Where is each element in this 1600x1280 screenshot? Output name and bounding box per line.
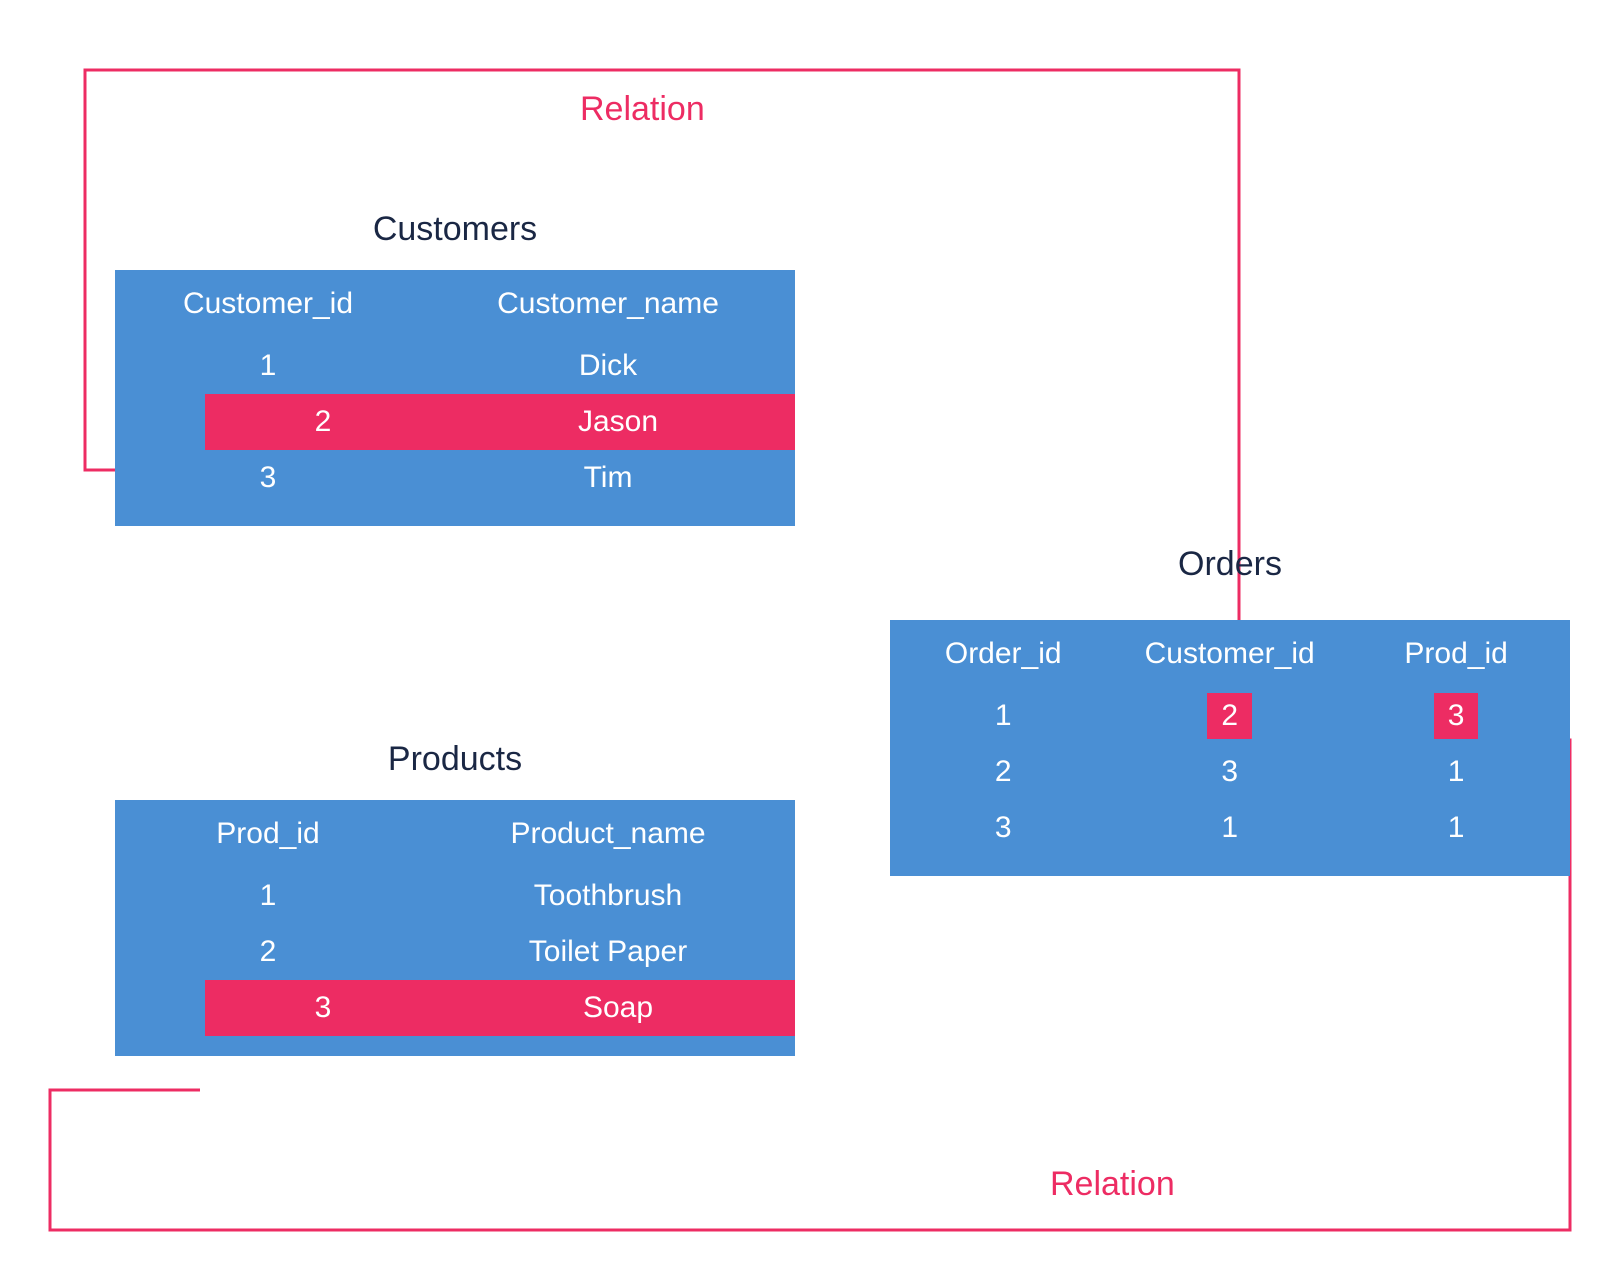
orders-col-order-id: Order_id <box>890 637 1116 671</box>
orders-title: Orders <box>890 545 1570 584</box>
cell: Tim <box>421 461 795 495</box>
cell: 3 <box>1343 693 1569 739</box>
cell: 3 <box>890 811 1116 845</box>
cell: Dick <box>421 349 795 383</box>
table-row: 1 Dick <box>115 338 795 394</box>
relation-label-top: Relation <box>580 90 705 129</box>
orders-table: Order_id Customer_id Prod_id 1 2 3 2 3 1… <box>890 620 1570 876</box>
cell: 1 <box>115 879 421 913</box>
cell: 3 <box>205 991 441 1025</box>
cell: 3 <box>115 461 421 495</box>
cell: 2 <box>205 405 441 439</box>
cell: Soap <box>441 991 795 1025</box>
relation-label-bottom: Relation <box>1050 1165 1175 1204</box>
cell: 1 <box>115 349 421 383</box>
table-row: 3 1 1 <box>890 800 1570 856</box>
customers-col-name: Customer_name <box>421 287 795 321</box>
highlight-prod-id: 3 <box>1434 693 1479 739</box>
cell: 2 <box>115 935 421 969</box>
products-col-id: Prod_id <box>115 817 421 851</box>
cell: Toothbrush <box>421 879 795 913</box>
table-row: 2 Toilet Paper <box>115 924 795 980</box>
cell: 3 <box>1116 755 1342 789</box>
cell: 2 <box>1116 693 1342 739</box>
cell: Jason <box>441 405 795 439</box>
relational-diagram: Relation Relation Customers Customer_id … <box>0 0 1600 1280</box>
cell: 1 <box>1343 811 1569 845</box>
cell: 1 <box>1343 755 1569 789</box>
table-row-highlight: 2 Jason <box>205 394 795 450</box>
customers-col-id: Customer_id <box>115 287 421 321</box>
products-title: Products <box>115 740 795 779</box>
table-row: 3 Tim <box>115 450 795 506</box>
orders-col-prod-id: Prod_id <box>1343 637 1569 671</box>
orders-col-customer-id: Customer_id <box>1116 637 1342 671</box>
cell: 1 <box>1116 811 1342 845</box>
table-row-highlight: 3 Soap <box>205 980 795 1036</box>
customers-title: Customers <box>115 210 795 249</box>
products-table: Prod_id Product_name 1 Toothbrush 2 Toil… <box>115 800 795 1056</box>
cell: Toilet Paper <box>421 935 795 969</box>
customers-table: Customer_id Customer_name 1 Dick 2 Jason… <box>115 270 795 526</box>
cell: 2 <box>890 755 1116 789</box>
table-row: 1 Toothbrush <box>115 868 795 924</box>
table-row: 1 2 3 <box>890 688 1570 744</box>
cell: 1 <box>890 699 1116 733</box>
table-row: 2 3 1 <box>890 744 1570 800</box>
highlight-customer-id: 2 <box>1207 693 1252 739</box>
products-col-name: Product_name <box>421 817 795 851</box>
